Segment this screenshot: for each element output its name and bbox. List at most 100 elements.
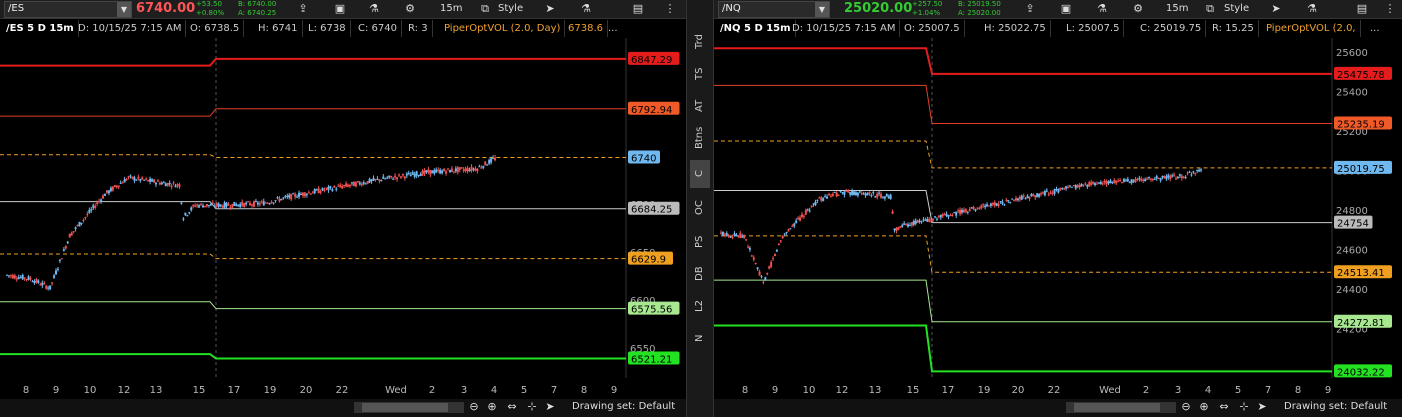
left-drawing-set[interactable]: Drawing set: Default bbox=[572, 401, 675, 412]
right-drawing-set[interactable]: Drawing set: Default bbox=[1284, 401, 1387, 412]
candle-body bbox=[1007, 200, 1010, 202]
side-tab-ts[interactable]: TS bbox=[690, 60, 710, 88]
candle-body bbox=[378, 179, 381, 182]
candle-body bbox=[860, 193, 863, 195]
candle-body bbox=[1095, 183, 1098, 185]
right-style-menu[interactable]: Style bbox=[1224, 2, 1249, 16]
time-axis-label: 7 bbox=[1265, 385, 1271, 396]
pointer-icon[interactable]: ➤ bbox=[1252, 399, 1272, 415]
level-price-tag: 6575.56 bbox=[628, 301, 680, 316]
side-tab-oc[interactable]: OC bbox=[690, 194, 710, 222]
candle-body bbox=[1157, 177, 1160, 179]
notes-icon[interactable]: ▣ bbox=[1056, 1, 1076, 17]
pan-icon[interactable]: ⇔ bbox=[1214, 399, 1234, 415]
studies-flask-icon[interactable]: ⚗ bbox=[364, 1, 384, 17]
candle-body bbox=[1122, 179, 1125, 182]
left-scrollbar[interactable] bbox=[354, 402, 464, 413]
gear-icon[interactable]: ⚙ bbox=[400, 1, 420, 17]
pan-icon[interactable]: ⇔ bbox=[502, 399, 522, 415]
side-tab-n[interactable]: N bbox=[690, 324, 710, 352]
candle-body bbox=[464, 168, 467, 171]
zoom-out-icon[interactable]: ⊖ bbox=[1176, 399, 1196, 415]
side-tab-c[interactable]: C bbox=[690, 160, 710, 188]
candle-body bbox=[1076, 185, 1079, 188]
side-tab-ps[interactable]: PS bbox=[690, 228, 710, 256]
candle-body bbox=[56, 268, 59, 270]
share-icon[interactable]: ⇪ bbox=[293, 1, 313, 17]
side-tab-db[interactable]: DB bbox=[690, 260, 710, 288]
style-icon[interactable]: ⧉ bbox=[1200, 1, 1220, 17]
share-icon[interactable]: ⇪ bbox=[1020, 1, 1040, 17]
candle-body bbox=[816, 199, 819, 201]
candle-body bbox=[1080, 184, 1083, 187]
cursor-icon[interactable]: ➤ bbox=[1266, 1, 1286, 17]
candle-body bbox=[13, 275, 16, 279]
candle-body bbox=[914, 220, 917, 224]
level-tag-text: 6521.21 bbox=[631, 355, 672, 366]
candle-body bbox=[978, 208, 981, 210]
time-axis-label: 5 bbox=[521, 385, 527, 396]
candle-body bbox=[325, 187, 328, 189]
candle-body bbox=[750, 255, 753, 257]
candle-body bbox=[117, 185, 120, 188]
right-symbol-input[interactable]: /NQ ▼ bbox=[718, 1, 830, 18]
drawing-flask-icon[interactable]: ⚗ bbox=[1302, 1, 1322, 17]
left-scroll-thumb[interactable] bbox=[362, 403, 448, 412]
level-price-tag: 6521.21 bbox=[628, 351, 680, 366]
candle-body bbox=[490, 158, 493, 163]
gear-icon[interactable]: ⚙ bbox=[1128, 1, 1148, 17]
candle-body bbox=[1190, 174, 1193, 176]
side-tab-btns[interactable]: Btns bbox=[690, 124, 710, 152]
crosshair-icon[interactable]: ⊹ bbox=[522, 399, 542, 415]
candle-body bbox=[45, 285, 48, 289]
cursor-icon[interactable]: ➤ bbox=[540, 1, 560, 17]
left-timeframe[interactable]: 15m bbox=[440, 2, 462, 16]
candle-body bbox=[399, 176, 402, 178]
time-axis-label: 15 bbox=[193, 385, 206, 396]
drawing-flask-icon[interactable]: ⚗ bbox=[576, 1, 596, 17]
left-style-menu[interactable]: Style bbox=[498, 2, 523, 16]
style-icon[interactable]: ⧉ bbox=[475, 1, 495, 17]
candle-body bbox=[1099, 181, 1102, 185]
candle-body bbox=[300, 194, 302, 196]
candle-body bbox=[970, 207, 973, 209]
right-timeframe[interactable]: 15m bbox=[1166, 2, 1188, 16]
zoom-out-icon[interactable]: ⊖ bbox=[464, 399, 484, 415]
candle-body bbox=[413, 173, 416, 177]
panel-menu-icon[interactable]: ▤ bbox=[1352, 1, 1372, 17]
left-symbol-input[interactable]: /ES ▼ bbox=[4, 1, 132, 18]
right-price-chart[interactable]: 2560025400252002500024800246002440024200… bbox=[714, 38, 1402, 398]
candle-body bbox=[1144, 179, 1147, 182]
candle-body bbox=[864, 193, 867, 196]
candle-body bbox=[1097, 182, 1100, 184]
side-tab-trd[interactable]: Trd bbox=[690, 28, 710, 56]
pointer-icon[interactable]: ➤ bbox=[540, 399, 560, 415]
more-icon[interactable]: ⋮ bbox=[660, 1, 680, 17]
candle-body bbox=[439, 169, 442, 174]
chevron-down-icon[interactable]: ▼ bbox=[117, 2, 131, 17]
side-tab-at[interactable]: AT bbox=[690, 92, 710, 120]
studies-flask-icon[interactable]: ⚗ bbox=[1092, 1, 1112, 17]
candle-body bbox=[147, 180, 150, 182]
more-icon[interactable]: ⋮ bbox=[1380, 1, 1400, 17]
zoom-in-icon[interactable]: ⊕ bbox=[1194, 399, 1214, 415]
candle-body bbox=[1074, 185, 1077, 189]
candle-body bbox=[1082, 184, 1085, 186]
candle-body bbox=[851, 190, 854, 196]
candle-body bbox=[806, 208, 809, 210]
crosshair-icon[interactable]: ⊹ bbox=[1234, 399, 1254, 415]
chevron-down-icon[interactable]: ▼ bbox=[815, 2, 829, 17]
side-tab-l2[interactable]: L2 bbox=[690, 292, 710, 320]
panel-menu-icon[interactable]: ▤ bbox=[628, 1, 648, 17]
candle-body bbox=[770, 262, 773, 267]
candle-body bbox=[741, 236, 744, 238]
zoom-in-icon[interactable]: ⊕ bbox=[482, 399, 502, 415]
candle-body bbox=[6, 274, 8, 276]
candle-body bbox=[926, 219, 929, 222]
notes-icon[interactable]: ▣ bbox=[330, 1, 350, 17]
candle-body bbox=[88, 210, 91, 213]
right-scrollbar[interactable] bbox=[1066, 402, 1176, 413]
left-price-chart[interactable]: 675067006650660065506847.296792.94674066… bbox=[0, 38, 686, 398]
candle-body bbox=[296, 196, 299, 198]
right-scroll-thumb[interactable] bbox=[1074, 403, 1160, 412]
